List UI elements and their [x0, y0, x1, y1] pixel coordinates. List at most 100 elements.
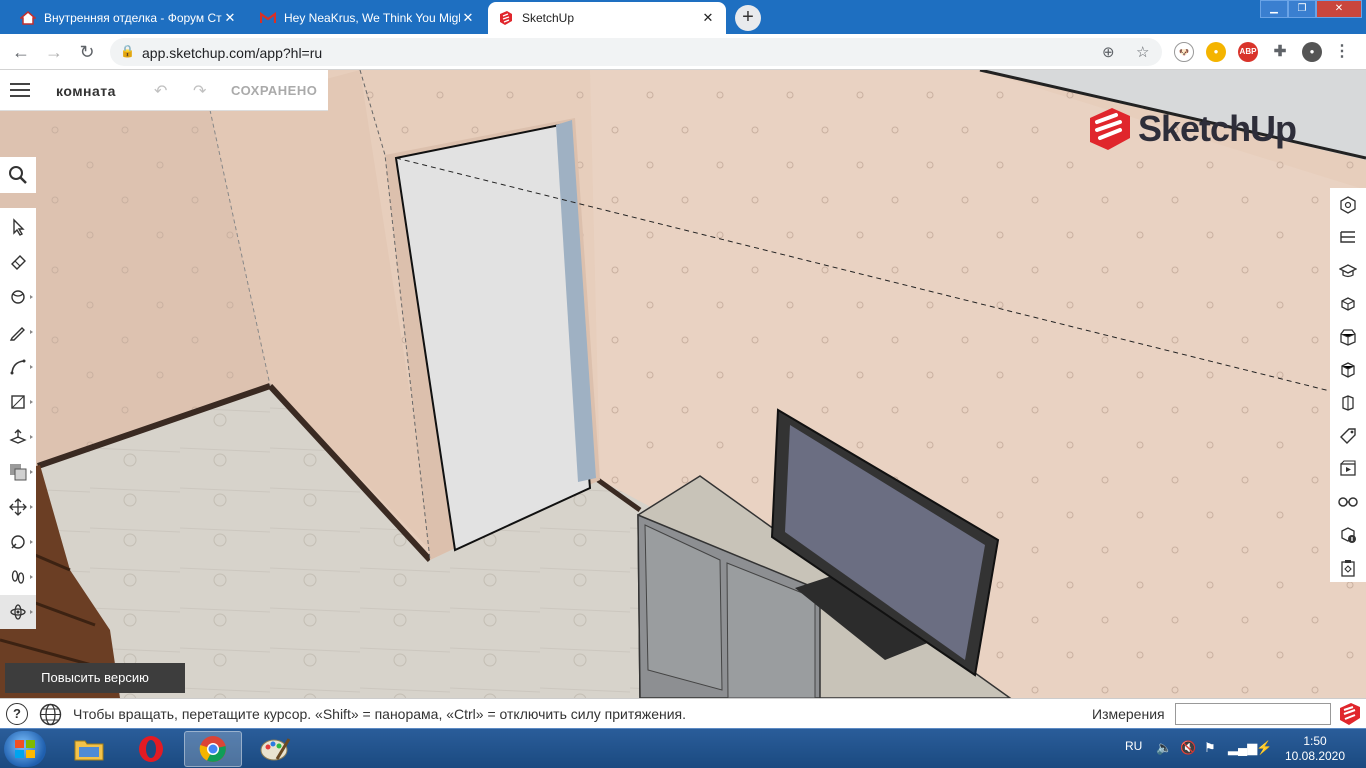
- rectangle-tool-icon: [11, 395, 25, 409]
- chrome-icon: [199, 736, 226, 762]
- instructor-button[interactable]: [1330, 254, 1366, 287]
- tags-icon: [1340, 427, 1356, 444]
- sketchup-logo: SketchUp: [1088, 106, 1297, 152]
- tape-measure-tool-icon: [11, 535, 25, 549]
- tab-title: SketchUp: [522, 11, 575, 25]
- url-text: app.sketchup.com/app?hl=ru: [142, 45, 323, 61]
- network-error-icon[interactable]: ⚑: [1204, 740, 1216, 756]
- model-info-button[interactable]: [1330, 518, 1366, 551]
- close-tab-icon[interactable]: ✕: [700, 10, 716, 26]
- chrome-taskbar-button[interactable]: [184, 731, 242, 767]
- materials-icon: [1340, 328, 1356, 346]
- speaker-icon[interactable]: 🔈: [1156, 740, 1172, 756]
- close-tab-icon[interactable]: ✕: [460, 10, 476, 26]
- paint-bucket-tool-icon: [11, 290, 25, 304]
- hamburger-menu-icon[interactable]: [10, 83, 30, 101]
- search-button[interactable]: [0, 157, 36, 193]
- orbit-tool-button[interactable]: [0, 595, 36, 629]
- install-app-icon[interactable]: ⊕: [1102, 43, 1115, 61]
- browser-tab-sketchup[interactable]: SketchUp ✕: [488, 2, 726, 34]
- language-indicator[interactable]: RU: [1125, 739, 1142, 753]
- paint-taskbar-button[interactable]: [246, 731, 304, 767]
- rectangle-tool-button[interactable]: [0, 385, 36, 419]
- maximize-icon[interactable]: ❐: [1288, 0, 1316, 18]
- adblock-extension-icon[interactable]: ABP: [1238, 42, 1258, 62]
- minimize-icon[interactable]: ▁: [1260, 0, 1288, 18]
- globe-icon[interactable]: [39, 703, 62, 726]
- browser-tab-gmail[interactable]: Hey NeaKrus, We Think You Migh ✕: [250, 2, 486, 34]
- explorer-icon: [74, 740, 104, 761]
- 3d-scene[interactable]: [0, 70, 1366, 698]
- measurements-input[interactable]: [1175, 703, 1331, 725]
- power-icon[interactable]: ⚡: [1256, 740, 1272, 756]
- profile-avatar[interactable]: ●: [1302, 42, 1322, 62]
- move-tool-icon: [9, 498, 27, 516]
- coin-extension-icon[interactable]: ●: [1206, 42, 1226, 62]
- reload-icon[interactable]: ↻: [76, 42, 98, 64]
- puzzle-extension-icon[interactable]: ✚: [1270, 42, 1290, 62]
- model-name[interactable]: комната: [56, 83, 116, 99]
- components-button[interactable]: [1330, 287, 1366, 320]
- browser-tab-strip: Внутренняя отделка - Форум Ст ✕ Hey NeaK…: [0, 0, 1366, 34]
- opera-taskbar-button[interactable]: [122, 731, 180, 767]
- model-viewport[interactable]: комната ↶ ↷ СОХРАНЕНО SketchUp Повысить …: [0, 70, 1366, 698]
- outliner-button[interactable]: [1330, 221, 1366, 254]
- address-bar[interactable]: 🔒 app.sketchup.com/app?hl=ru ⊕ ☆: [110, 38, 1162, 66]
- windows-logo-icon: [15, 740, 35, 758]
- explorer-taskbar-button[interactable]: [60, 731, 118, 767]
- bookmark-star-icon[interactable]: ☆: [1136, 43, 1149, 61]
- forward-icon[interactable]: →: [43, 42, 65, 64]
- start-button[interactable]: [4, 731, 46, 767]
- entity-info-button[interactable]: [1330, 188, 1366, 221]
- new-tab-button[interactable]: +: [735, 5, 761, 31]
- select-tool-button[interactable]: [0, 210, 36, 244]
- solid-inspector-button[interactable]: [1330, 551, 1366, 584]
- outliner-icon: [1340, 230, 1355, 243]
- display-button[interactable]: [1330, 485, 1366, 518]
- paint-bucket-tool-button[interactable]: [0, 280, 36, 314]
- views-button[interactable]: [1330, 452, 1366, 485]
- eraser-tool-button[interactable]: [0, 245, 36, 279]
- move-tool-button[interactable]: [0, 490, 36, 524]
- close-icon[interactable]: ✕: [1316, 0, 1362, 18]
- pencil-tool-icon: [9, 327, 25, 341]
- windows-taskbar: RU 🔈 🔇 ⚑ ▂▄▆ ⚡ 1:50 10.08.2020: [0, 728, 1366, 768]
- orbit-tool-icon: [10, 604, 26, 620]
- status-bar: ? Чтобы вращать, перетащите курсор. «Shi…: [0, 698, 1366, 728]
- tags-button[interactable]: [1330, 419, 1366, 452]
- signal-icon[interactable]: ▂▄▆: [1228, 740, 1257, 756]
- scenes-button[interactable]: [1330, 386, 1366, 419]
- clock[interactable]: 1:50 10.08.2020: [1283, 734, 1347, 764]
- back-icon[interactable]: ←: [10, 42, 32, 64]
- tape-measure-tool-button[interactable]: [0, 525, 36, 559]
- clock-date: 10.08.2020: [1284, 749, 1346, 763]
- dog-extension-icon[interactable]: 🐶: [1174, 42, 1194, 62]
- offset-tool-button[interactable]: [0, 455, 36, 489]
- walk-tool-button[interactable]: [0, 560, 36, 594]
- components-icon: [1341, 296, 1355, 311]
- arc-tool-button[interactable]: [0, 350, 36, 384]
- tab-title: Внутренняя отделка - Форум Ст: [44, 11, 222, 25]
- push-pull-tool-icon: [9, 429, 27, 444]
- menu-kebab-icon[interactable]: ⋮: [1332, 42, 1352, 62]
- brand-text: SketchUp: [1138, 108, 1297, 149]
- redo-icon[interactable]: ↷: [193, 81, 206, 101]
- close-tab-icon[interactable]: ✕: [222, 10, 238, 26]
- entity-info-icon: [1340, 195, 1356, 214]
- instructor-icon: [1339, 263, 1357, 277]
- sketchup-mini-icon: [1340, 703, 1360, 725]
- upgrade-button[interactable]: Повысить версию: [5, 663, 185, 693]
- undo-icon[interactable]: ↶: [154, 81, 167, 101]
- sketchup-icon: [498, 10, 514, 26]
- materials-button[interactable]: [1330, 320, 1366, 353]
- styles-icon: [1341, 361, 1355, 378]
- display-icon: [1338, 496, 1358, 507]
- muted-icon[interactable]: 🔇: [1180, 740, 1196, 756]
- help-icon[interactable]: ?: [6, 703, 28, 725]
- styles-button[interactable]: [1330, 353, 1366, 386]
- search-icon: [9, 166, 27, 184]
- push-pull-tool-button[interactable]: [0, 420, 36, 454]
- browser-tab-forum[interactable]: Внутренняя отделка - Форум Ст ✕: [10, 2, 248, 34]
- pencil-tool-button[interactable]: [0, 315, 36, 349]
- model-title-bar: комната ↶ ↷ СОХРАНЕНО: [0, 70, 328, 111]
